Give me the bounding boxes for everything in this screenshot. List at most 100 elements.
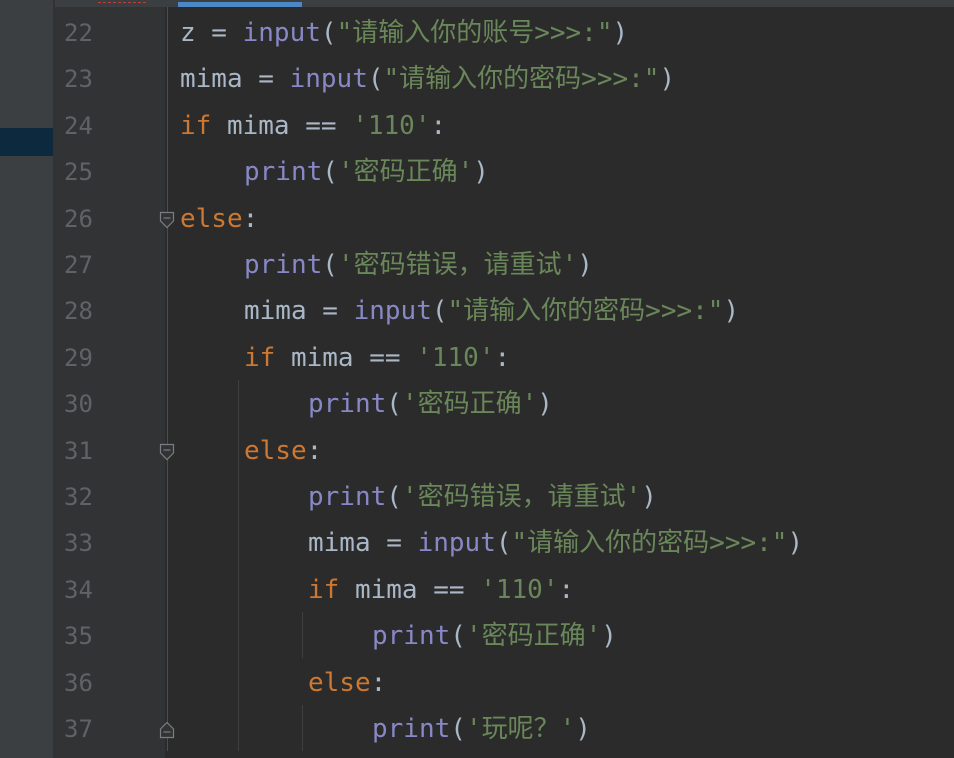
string-token: "请输入你的账号>>>:": [336, 18, 613, 48]
punctuation-token: :: [430, 110, 447, 141]
keyword-token: else: [308, 667, 371, 698]
code-line[interactable]: 35 print('密码正确'): [0, 613, 954, 659]
code-line[interactable]: 34 if mima == '110':: [0, 567, 954, 613]
line-number: 31: [64, 436, 93, 465]
string-token: "请输入你的密码>>>:": [447, 296, 724, 327]
keyword-token: else: [180, 203, 243, 234]
code-text[interactable]: print('密码错误，请重试'): [308, 483, 657, 511]
line-number: 34: [64, 575, 93, 604]
builtin-token: print: [244, 157, 323, 188]
punctuation-token: ): [537, 389, 553, 420]
keyword-token: else: [244, 435, 307, 466]
keyword-token: if: [180, 110, 227, 141]
identifier-token: mima =: [244, 296, 354, 327]
builtin-token: print: [308, 389, 387, 420]
punctuation-token: (: [450, 621, 466, 652]
string-token: '密码错误，请重试': [337, 250, 578, 280]
identifier-token: mima =: [308, 528, 418, 559]
fold-end-icon[interactable]: [159, 721, 175, 739]
fold-collapse-icon[interactable]: [159, 443, 175, 461]
line-number: 29: [64, 343, 93, 372]
code-text[interactable]: print('密码错误，请重试'): [244, 251, 593, 279]
identifier-token: mima =: [180, 64, 290, 95]
code-line[interactable]: 29 if mima == '110':: [0, 335, 954, 381]
code-text[interactable]: print('密码正确'): [308, 390, 553, 418]
string-token: '110': [480, 574, 559, 605]
string-token: '密码错误，请重试': [401, 482, 642, 512]
string-token: "请输入你的密码>>>:": [383, 64, 660, 95]
fold-collapse-icon[interactable]: [159, 211, 175, 229]
line-number: 24: [64, 111, 93, 140]
builtin-token: print: [372, 621, 451, 652]
punctuation-token: :: [494, 342, 511, 373]
punctuation-token: ): [473, 157, 489, 188]
code-text[interactable]: else:: [180, 205, 258, 233]
code-line[interactable]: 25 print('密码正确'): [0, 149, 954, 195]
punctuation-token: ): [577, 250, 593, 280]
code-text[interactable]: if mima == '110':: [244, 344, 510, 372]
code-text[interactable]: z = input("请输入你的账号>>>:"): [180, 19, 628, 47]
code-line[interactable]: 30 print('密码正确'): [0, 381, 954, 427]
string-token: '110': [416, 342, 495, 373]
punctuation-token: ): [601, 621, 617, 652]
line-number: 36: [64, 668, 93, 697]
punctuation-token: (: [431, 296, 448, 327]
punctuation-token: (: [322, 157, 338, 188]
code-line[interactable]: 26 else:: [0, 196, 954, 242]
punctuation-token: :: [242, 203, 259, 234]
code-text[interactable]: print('玩呢？'): [372, 715, 591, 743]
punctuation-token: ): [723, 296, 740, 327]
builtin-token: input: [417, 528, 496, 559]
line-number: 26: [64, 204, 93, 233]
builtin-token: print: [308, 482, 387, 512]
keyword-token: if: [244, 342, 291, 373]
builtin-token: print: [244, 250, 323, 280]
code-line[interactable]: 27 print('密码错误，请重试'): [0, 242, 954, 288]
punctuation-token: ): [641, 482, 657, 512]
code-text[interactable]: print('密码正确'): [372, 622, 617, 650]
punctuation-token: (: [386, 482, 402, 512]
line-number: 25: [64, 158, 93, 187]
identifier-token: z =: [180, 18, 243, 48]
code-line[interactable]: 33 mima = input("请输入你的密码>>>:"): [0, 520, 954, 566]
punctuation-token: (: [322, 250, 338, 280]
code-line[interactable]: 28 mima = input("请输入你的密码>>>:"): [0, 288, 954, 334]
code-line[interactable]: 23 mima = input("请输入你的密码>>>:"): [0, 56, 954, 102]
punctuation-token: ): [575, 714, 591, 744]
code-line[interactable]: 37 print('玩呢？'): [0, 706, 954, 752]
code-text[interactable]: else:: [308, 669, 386, 697]
code-text[interactable]: if mima == '110':: [308, 576, 574, 604]
code-line[interactable]: 31 else:: [0, 428, 954, 474]
line-number: 32: [64, 483, 93, 511]
punctuation-token: ): [659, 64, 676, 95]
error-underline: [98, 0, 146, 3]
builtin-token: input: [242, 18, 321, 48]
builtin-token: print: [372, 714, 451, 744]
string-token: '密码正确': [465, 621, 602, 652]
string-token: '密码正确': [401, 389, 538, 420]
code-line[interactable]: 24 if mima == '110':: [0, 103, 954, 149]
code-line[interactable]: 36 else:: [0, 660, 954, 706]
punctuation-token: :: [306, 435, 323, 466]
punctuation-token: :: [558, 574, 575, 605]
builtin-token: input: [353, 296, 432, 327]
code-line[interactable]: 32 print('密码错误，请重试'): [0, 474, 954, 520]
code-text[interactable]: mima = input("请输入你的密码>>>:"): [180, 65, 675, 93]
identifier-token: mima ==: [290, 342, 417, 373]
identifier-token: mima ==: [354, 574, 481, 605]
code-text[interactable]: mima = input("请输入你的密码>>>:"): [308, 529, 803, 557]
keyword-token: if: [308, 574, 355, 605]
code-text[interactable]: mima = input("请输入你的密码>>>:"): [244, 297, 739, 325]
code-text[interactable]: if mima == '110':: [180, 112, 446, 140]
line-number: 35: [64, 622, 93, 651]
punctuation-token: (: [386, 389, 402, 420]
code-text[interactable]: print('密码正确'): [244, 158, 489, 186]
code-text[interactable]: else:: [244, 437, 322, 465]
code-line[interactable]: 22 z = input("请输入你的账号>>>:"): [0, 10, 954, 56]
string-token: '密码正确': [337, 157, 474, 188]
punctuation-token: :: [370, 667, 387, 698]
punctuation-token: (: [367, 64, 384, 95]
punctuation-token: (: [450, 714, 466, 744]
string-token: '110': [352, 110, 431, 141]
string-token: '玩呢？': [465, 714, 576, 744]
